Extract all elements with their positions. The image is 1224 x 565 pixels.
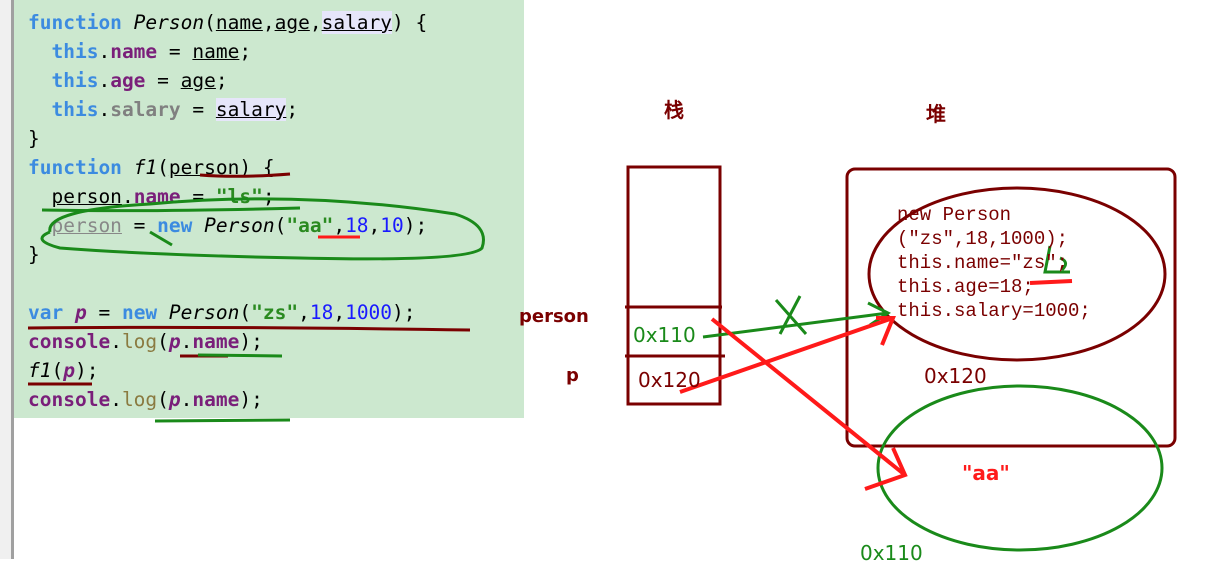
heap-object-line: new Person [897,204,1012,226]
stack-var-person-label: person [519,306,589,327]
heap-object-zs-address: 0x120 [924,364,987,388]
person-reference-arrow-new [710,317,908,491]
underline-log-name-2 [154,418,291,423]
heap-object-aa-ellipse [876,384,1164,552]
heap-object-line: this.age=18; [897,276,1034,298]
heap-object-line: this.salary=1000; [897,300,1091,322]
heap-object-line: ("zs",18,1000); [897,228,1069,250]
heap-object-zs-content: new Person ("zs",18,1000); this.name="zs";… [897,203,1091,323]
underline-var-p [27,325,471,332]
underline-person-name [41,206,301,213]
heap-object-line: this.name="zs"; [897,252,1069,274]
heap-object-aa-address: 0x110 [860,541,923,565]
underline-f1-param [199,172,291,178]
stack-var-p-label: p [566,365,579,386]
stack-person-value: 0x110 [633,323,696,347]
stack-p-value: 0x120 [638,368,701,392]
heap-object-aa-content: "aa" [962,461,1010,485]
underline-log-name-1 [197,353,283,358]
stack-title: 栈 [664,98,684,122]
heap-title: 堆 [926,102,946,126]
